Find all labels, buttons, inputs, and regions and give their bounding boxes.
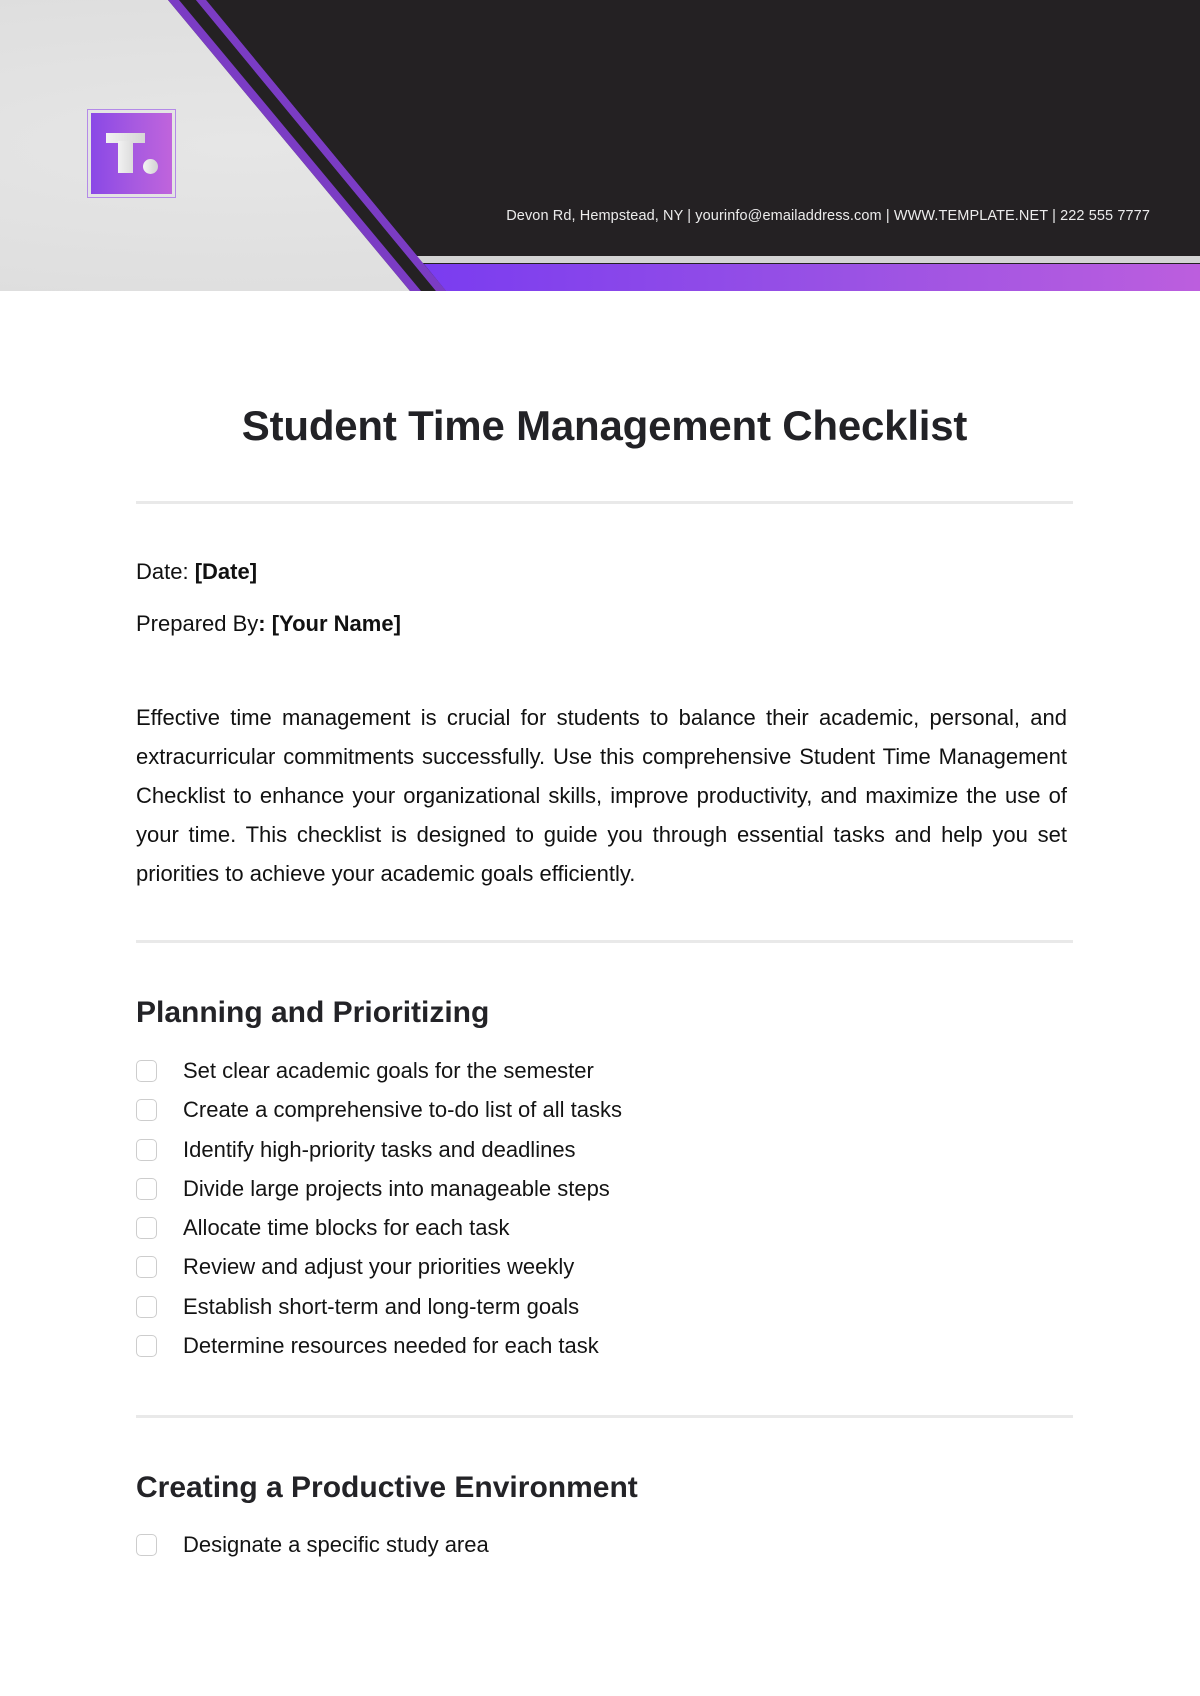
divider: [136, 501, 1073, 504]
checkbox[interactable]: [136, 1335, 157, 1358]
logo-letter-t-stem: [118, 141, 133, 173]
header-grey-stripe: [412, 256, 1200, 263]
section-heading-planning: Planning and Prioritizing: [136, 996, 490, 1029]
checklist-item: Allocate time blocks for each task: [136, 1216, 622, 1255]
logo-mark: [91, 113, 172, 194]
checkbox[interactable]: [136, 1295, 157, 1318]
checklist-item-label: Create a comprehensive to-do list of all…: [183, 1097, 622, 1123]
checklist-item: Designate a specific study area: [136, 1533, 489, 1572]
checklist-item-label: Divide large projects into manageable st…: [183, 1175, 610, 1201]
checklist-item-label: Set clear academic goals for the semeste…: [183, 1058, 594, 1083]
checklist-item-label: Determine resources needed for each task: [183, 1333, 599, 1359]
checklist-item-label: Review and adjust your priorities weekly: [183, 1254, 575, 1280]
header-purple-band: [424, 264, 1200, 291]
checkbox[interactable]: [136, 1099, 157, 1122]
date-line: Date: [Date]: [136, 559, 257, 585]
checklist-item: Review and adjust your priorities weekly: [136, 1255, 622, 1294]
checklist-item-label: Designate a specific study area: [183, 1532, 489, 1557]
divider: [136, 940, 1073, 943]
section-heading-environment: Creating a Productive Environment: [136, 1471, 638, 1504]
contact-info: Devon Rd, Hempstead, NY | yourinfo@email…: [506, 208, 1150, 224]
checkbox[interactable]: [136, 1177, 157, 1200]
prepared-by-label: Prepared By: [136, 611, 259, 636]
prepared-by-value[interactable]: : [Your Name]: [258, 611, 401, 636]
checklist-item: Identify high-priority tasks and deadlin…: [136, 1136, 622, 1177]
date-value[interactable]: [Date]: [195, 559, 257, 584]
checkbox[interactable]: [136, 1060, 157, 1082]
checkbox[interactable]: [136, 1138, 157, 1161]
letterhead-banner: Devon Rd, Hempstead, NY | yourinfo@email…: [0, 0, 1200, 291]
checklist-item: Establish short-term and long-term goals: [136, 1293, 622, 1334]
checklist-item: Divide large projects into manageable st…: [136, 1175, 622, 1216]
checkbox[interactable]: [136, 1217, 157, 1240]
date-label: Date:: [136, 559, 195, 584]
checkbox[interactable]: [136, 1256, 157, 1279]
intro-paragraph: Effective time management is crucial for…: [136, 705, 1067, 886]
checklist-item: Determine resources needed for each task: [136, 1334, 622, 1373]
checkbox[interactable]: [136, 1534, 157, 1556]
checklist-item: Set clear academic goals for the semeste…: [136, 1059, 622, 1098]
document-title: Student Time Management Checklist: [241, 402, 968, 449]
checklist-environment: Designate a specific study area: [136, 1533, 489, 1572]
checklist-item-label: Identify high-priority tasks and deadlin…: [183, 1136, 576, 1162]
checklist-item-label: Establish short-term and long-term goals: [183, 1293, 580, 1319]
company-logo: [87, 109, 176, 198]
logo-dot: [143, 159, 158, 174]
divider: [136, 1415, 1073, 1418]
checklist-planning: Set clear academic goals for the semeste…: [136, 1059, 622, 1373]
checklist-item: Create a comprehensive to-do list of all…: [136, 1098, 622, 1137]
checklist-item-label: Allocate time blocks for each task: [183, 1215, 510, 1241]
header-background-graphic: [0, 0, 1200, 291]
prepared-by-line: Prepared By: [Your Name]: [136, 611, 401, 637]
